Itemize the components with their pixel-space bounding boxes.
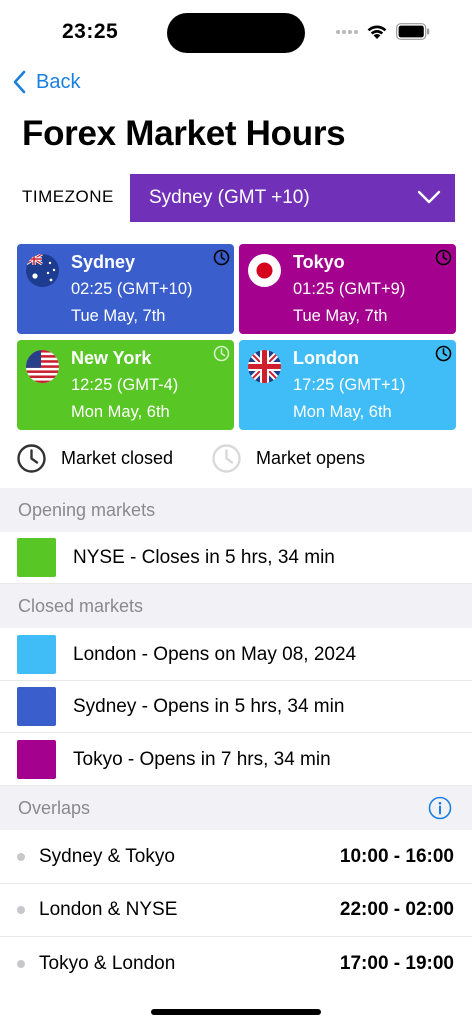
market-date: Tue May, 7th bbox=[293, 307, 388, 325]
back-label: Back bbox=[36, 70, 81, 93]
section-title: Closed markets bbox=[18, 595, 144, 616]
section-header-overlaps: Overlaps bbox=[0, 786, 472, 830]
overlap-range: 10:00 - 16:00 bbox=[339, 846, 454, 867]
clock-open-icon bbox=[212, 444, 241, 473]
list-item[interactable]: London - Opens on May 08, 2024 bbox=[0, 629, 472, 681]
section-header-opening-markets: Opening markets bbox=[0, 488, 472, 532]
info-icon[interactable] bbox=[428, 796, 452, 820]
home-indicator[interactable] bbox=[151, 1009, 321, 1015]
market-card-london[interactable]: London 17:25 (GMT+1) Mon May, 6th bbox=[239, 340, 456, 430]
list-item[interactable]: Sydney - Opens in 5 hrs, 34 min bbox=[0, 681, 472, 733]
market-time: 12:25 (GMT-4) bbox=[71, 376, 179, 394]
legend-opens-label: Market opens bbox=[256, 448, 366, 468]
clock-icon bbox=[435, 345, 452, 362]
status-time: 23:25 bbox=[62, 20, 119, 43]
list-item-label: Sydney - Opens in 5 hrs, 34 min bbox=[73, 695, 345, 717]
market-color-swatch bbox=[17, 740, 56, 779]
list-item-label: London - Opens on May 08, 2024 bbox=[73, 643, 357, 665]
overlap-row: Tokyo & London 17:00 - 19:00 bbox=[0, 937, 472, 990]
dynamic-island bbox=[167, 13, 305, 53]
section-header-closed-markets: Closed markets bbox=[0, 584, 472, 628]
overlap-range: 22:00 - 02:00 bbox=[339, 899, 454, 920]
market-date: Mon May, 6th bbox=[71, 403, 170, 421]
page-title: Forex Market Hours bbox=[22, 114, 346, 153]
legend-market-closed: Market closed bbox=[16, 443, 173, 474]
overlap-row: London & NYSE 22:00 - 02:00 bbox=[0, 884, 472, 937]
chevron-left-icon bbox=[13, 70, 26, 94]
market-card-tokyo[interactable]: Tokyo 01:25 (GMT+9) Tue May, 7th bbox=[239, 244, 456, 334]
market-date: Tue May, 7th bbox=[71, 307, 166, 325]
clock-icon bbox=[213, 345, 230, 362]
market-color-swatch bbox=[17, 687, 56, 726]
market-color-swatch bbox=[17, 635, 56, 674]
chevron-down-icon bbox=[417, 190, 441, 204]
bullet-dot bbox=[17, 959, 25, 968]
legend-closed-label: Market closed bbox=[61, 448, 174, 468]
market-city: Sydney bbox=[71, 252, 136, 272]
market-color-swatch bbox=[17, 538, 56, 577]
section-title: Opening markets bbox=[18, 499, 156, 520]
list-item-label: NYSE - Closes in 5 hrs, 34 min bbox=[73, 546, 335, 568]
wifi-icon bbox=[367, 25, 387, 39]
usa-flag-icon bbox=[26, 350, 59, 383]
back-button[interactable]: Back bbox=[12, 70, 80, 94]
overlap-name: Tokyo & London bbox=[39, 952, 176, 974]
clock-icon bbox=[213, 249, 230, 266]
clock-icon bbox=[435, 249, 452, 266]
market-city: London bbox=[293, 348, 359, 368]
market-city: New York bbox=[71, 348, 152, 368]
overlap-name: Sydney & Tokyo bbox=[39, 846, 175, 867]
timezone-selected-value: Sydney (GMT +10) bbox=[149, 187, 310, 208]
bullet-dot bbox=[17, 853, 25, 861]
bullet-dot bbox=[17, 906, 25, 914]
market-card-sydney[interactable]: Sydney 02:25 (GMT+10) Tue May, 7th bbox=[17, 244, 234, 334]
legend-market-opens: Market opens bbox=[211, 443, 365, 474]
timezone-dropdown[interactable]: Sydney (GMT +10) bbox=[130, 174, 455, 222]
clock-closed-icon bbox=[17, 444, 46, 473]
list-item[interactable]: NYSE - Closes in 5 hrs, 34 min bbox=[0, 532, 472, 584]
overlap-range: 17:00 - 19:00 bbox=[339, 952, 454, 974]
list-item-label: Tokyo - Opens in 7 hrs, 34 min bbox=[73, 748, 331, 770]
status-bar: 23:25 bbox=[0, 0, 472, 60]
market-date: Mon May, 6th bbox=[293, 403, 392, 421]
market-card-new-york[interactable]: New York 12:25 (GMT-4) Mon May, 6th bbox=[17, 340, 234, 430]
overlap-row: Sydney & Tokyo 10:00 - 16:00 bbox=[0, 831, 472, 884]
japan-flag-icon bbox=[248, 254, 281, 287]
list-item[interactable]: Tokyo - Opens in 7 hrs, 34 min bbox=[0, 734, 472, 786]
market-time: 17:25 (GMT+1) bbox=[293, 376, 406, 394]
uk-flag-icon bbox=[248, 350, 281, 383]
timezone-label: TIMEZONE bbox=[22, 187, 114, 206]
cellular-signal-icon bbox=[336, 30, 358, 34]
battery-icon bbox=[396, 23, 430, 40]
overlap-name: London & NYSE bbox=[39, 899, 178, 920]
market-city: Tokyo bbox=[293, 252, 345, 272]
section-title: Overlaps bbox=[18, 797, 91, 818]
market-time: 02:25 (GMT+10) bbox=[71, 280, 193, 298]
australia-flag-icon bbox=[26, 254, 59, 287]
market-time: 01:25 (GMT+9) bbox=[293, 280, 406, 298]
